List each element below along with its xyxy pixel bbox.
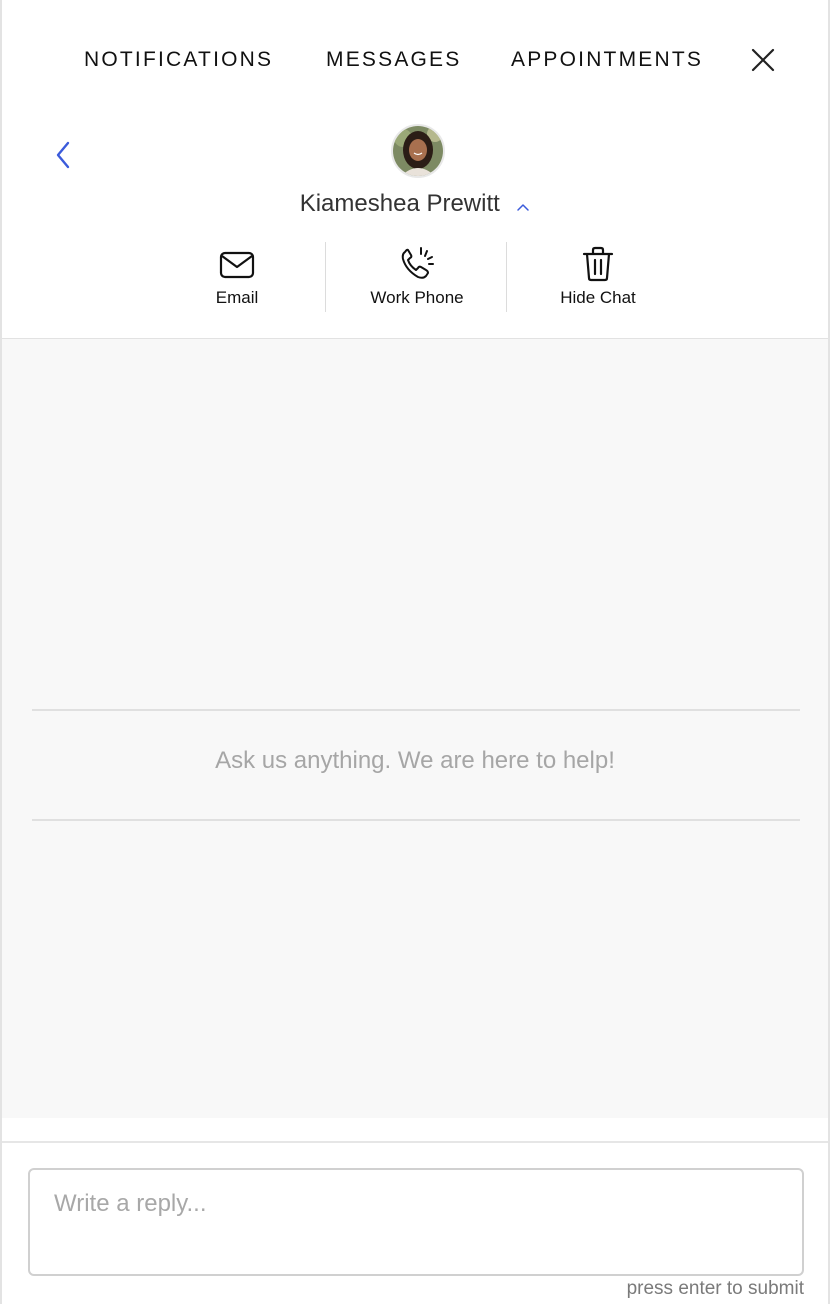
hide-chat-label: Hide Chat bbox=[560, 288, 636, 307]
close-icon bbox=[751, 48, 775, 72]
action-divider bbox=[506, 242, 507, 312]
trash-icon bbox=[582, 246, 614, 282]
contact-actions: Email Work Phone Hide Chat bbox=[147, 240, 689, 314]
back-button[interactable] bbox=[50, 138, 78, 172]
divider-line bbox=[32, 709, 800, 711]
avatar-photo bbox=[393, 126, 443, 176]
phone-icon bbox=[401, 247, 434, 279]
reply-input[interactable] bbox=[28, 1168, 804, 1276]
tab-notifications[interactable]: NOTIFICATIONS bbox=[84, 48, 273, 72]
action-divider bbox=[325, 242, 326, 312]
submit-hint: press enter to submit bbox=[626, 1278, 804, 1299]
contact-name: Kiameshea Prewitt bbox=[299, 190, 500, 217]
envelope-icon bbox=[219, 251, 255, 279]
work-phone-button[interactable]: Work Phone bbox=[327, 240, 507, 314]
chevron-up-icon bbox=[517, 204, 530, 211]
hide-chat-button[interactable]: Hide Chat bbox=[508, 240, 688, 314]
composer-divider bbox=[2, 1141, 828, 1143]
tab-messages[interactable]: MESSAGES bbox=[326, 48, 461, 72]
avatar bbox=[391, 124, 445, 178]
tab-appointments[interactable]: APPOINTMENTS bbox=[511, 48, 703, 72]
chat-panel: NOTIFICATIONS MESSAGES APPOINTMENTS Kiam… bbox=[0, 0, 830, 1304]
top-nav: NOTIFICATIONS MESSAGES APPOINTMENTS bbox=[2, 0, 828, 118]
message-list[interactable]: Ask us anything. We are here to help! bbox=[2, 339, 828, 1118]
work-phone-label: Work Phone bbox=[370, 288, 464, 307]
contact-header: Kiameshea Prewitt bbox=[2, 190, 828, 222]
chevron-left-icon bbox=[56, 141, 70, 169]
email-label: Email bbox=[215, 288, 259, 307]
email-button[interactable]: Email bbox=[147, 240, 327, 314]
divider-line bbox=[32, 819, 800, 821]
empty-state-message: Ask us anything. We are here to help! bbox=[215, 747, 615, 774]
expand-contact-button[interactable] bbox=[516, 199, 530, 211]
close-button[interactable] bbox=[747, 44, 779, 76]
